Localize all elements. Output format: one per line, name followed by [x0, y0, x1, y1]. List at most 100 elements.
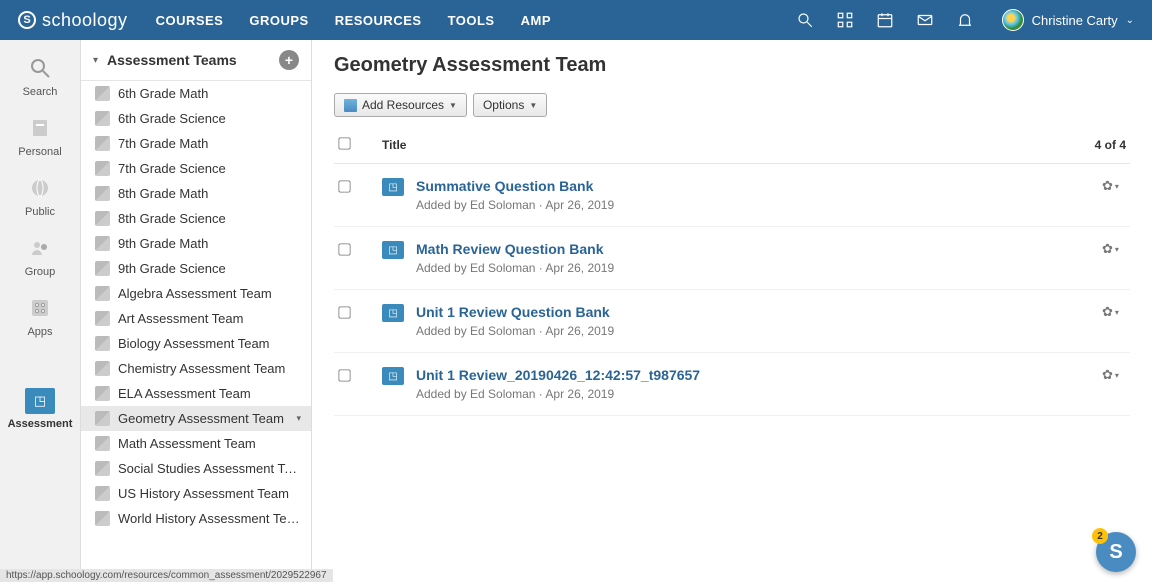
tree-item[interactable]: Biology Assessment Team [81, 331, 311, 356]
row-options-button[interactable]: ✿▾ [1102, 304, 1126, 320]
tree-item[interactable]: 6th Grade Math [81, 81, 311, 106]
tree-item[interactable]: 7th Grade Science [81, 156, 311, 181]
chevron-down-icon: ▾ [93, 55, 103, 66]
resource-row: Unit 1 Review_20190426_12:42:57_t987657 … [334, 353, 1130, 416]
team-icon [95, 236, 110, 251]
team-icon [95, 261, 110, 276]
chat-fab[interactable]: S 2 [1096, 532, 1136, 572]
main-content: Geometry Assessment Team Add Resources ▼… [312, 40, 1152, 582]
tree-item[interactable]: 8th Grade Science [81, 206, 311, 231]
row-checkbox[interactable] [338, 180, 350, 192]
tree-item-label: 7th Grade Science [118, 161, 226, 176]
rail-public[interactable]: Public [10, 174, 70, 218]
nav-tools[interactable]: TOOLS [448, 13, 495, 28]
tree-item-label: 8th Grade Math [118, 186, 208, 201]
rail-search[interactable]: Search [10, 54, 70, 98]
user-menu[interactable]: Christine Carty ⌄ [1002, 9, 1134, 31]
tree-item[interactable]: ELA Assessment Team [81, 381, 311, 406]
team-icon [95, 511, 110, 526]
rail-assessment[interactable]: ◳ Assessment [10, 388, 70, 430]
team-icon [95, 486, 110, 501]
avatar [1002, 9, 1024, 31]
sidebar-tree: ▾ Assessment Teams + 6th Grade Math 6th G… [80, 40, 312, 582]
tree-item-label: Chemistry Assessment Team [118, 361, 285, 376]
resource-meta: Added by Ed Soloman · Apr 26, 2019 [416, 387, 1102, 401]
tree-item[interactable]: US History Assessment Team [81, 481, 311, 506]
resource-row: Math Review Question Bank Added by Ed So… [334, 227, 1130, 290]
brand-logo[interactable]: S schoology [18, 10, 128, 31]
resource-title[interactable]: Summative Question Bank [416, 178, 1102, 194]
tree-item-label: 6th Grade Math [118, 86, 208, 101]
add-team-button[interactable]: + [279, 50, 299, 70]
tree-item[interactable]: Chemistry Assessment Team [81, 356, 311, 381]
tree-item-label: Social Studies Assessment Team [118, 461, 301, 476]
page-title: Geometry Assessment Team [334, 54, 1130, 77]
resource-meta: Added by Ed Soloman · Apr 26, 2019 [416, 198, 1102, 212]
nav-links: COURSES GROUPS RESOURCES TOOLS AMP [156, 13, 551, 28]
resource-title[interactable]: Unit 1 Review_20190426_12:42:57_t987657 [416, 367, 1102, 383]
row-options-button[interactable]: ✿▾ [1102, 241, 1126, 257]
globe-icon [26, 174, 54, 202]
tree-header[interactable]: ▾ Assessment Teams + [81, 40, 311, 81]
team-icon [95, 336, 110, 351]
brand-text: schoology [42, 10, 128, 31]
tree-item[interactable]: 8th Grade Math [81, 181, 311, 206]
tree-item[interactable]: 9th Grade Math [81, 231, 311, 256]
team-icon [95, 86, 110, 101]
team-icon [95, 111, 110, 126]
search-icon[interactable] [796, 11, 814, 29]
apps-grid-icon[interactable] [836, 11, 854, 29]
tree-item[interactable]: 6th Grade Science [81, 106, 311, 131]
tree-item[interactable]: Geometry Assessment Team ▾ [81, 406, 311, 431]
rail-personal[interactable]: Personal [10, 114, 70, 158]
chevron-down-icon: ⌄ [1126, 15, 1134, 26]
tree-item-label: ELA Assessment Team [118, 386, 251, 401]
tree-item-label: Geometry Assessment Team [118, 411, 284, 426]
resource-title[interactable]: Unit 1 Review Question Bank [416, 304, 1102, 320]
question-bank-icon [382, 241, 404, 259]
tree-item-label: 8th Grade Science [118, 211, 226, 226]
rail-apps[interactable]: Apps [10, 294, 70, 338]
team-icon [95, 311, 110, 326]
resource-meta: Added by Ed Soloman · Apr 26, 2019 [416, 261, 1102, 275]
tree-item[interactable]: Social Studies Assessment Team [81, 456, 311, 481]
resource-title[interactable]: Math Review Question Bank [416, 241, 1102, 257]
options-button[interactable]: Options ▼ [473, 93, 547, 117]
team-icon [95, 186, 110, 201]
row-options-button[interactable]: ✿▾ [1102, 178, 1126, 194]
tree-item[interactable]: 7th Grade Math [81, 131, 311, 156]
nav-courses[interactable]: COURSES [156, 13, 224, 28]
rail-group[interactable]: Group [10, 234, 70, 278]
calendar-icon[interactable] [876, 11, 894, 29]
add-resources-button[interactable]: Add Resources ▼ [334, 93, 467, 117]
apps-icon [26, 294, 54, 322]
nav-groups[interactable]: GROUPS [249, 13, 308, 28]
caret-down-icon[interactable]: ▾ [296, 413, 301, 424]
tree-item-label: 7th Grade Math [118, 136, 208, 151]
mail-icon[interactable] [916, 11, 934, 29]
tree-item[interactable]: Algebra Assessment Team [81, 281, 311, 306]
row-checkbox[interactable] [338, 369, 350, 381]
bell-icon[interactable] [956, 11, 974, 29]
row-options-button[interactable]: ✿▾ [1102, 367, 1126, 383]
tree-item[interactable]: 9th Grade Science [81, 256, 311, 281]
row-checkbox[interactable] [338, 243, 350, 255]
nav-resources[interactable]: RESOURCES [335, 13, 422, 28]
resource-row: Summative Question Bank Added by Ed Solo… [334, 164, 1130, 227]
logo-icon: S [18, 11, 36, 29]
select-all-checkbox[interactable] [338, 137, 350, 149]
list-header: Title 4 of 4 [334, 131, 1130, 164]
row-checkbox[interactable] [338, 306, 350, 318]
question-bank-icon [382, 367, 404, 385]
tree-item-label: US History Assessment Team [118, 486, 289, 501]
magnify-icon [26, 54, 54, 82]
nav-amp[interactable]: AMP [521, 13, 551, 28]
tree-item[interactable]: Math Assessment Team [81, 431, 311, 456]
item-count: 4 of 4 [1095, 138, 1126, 152]
tree-item[interactable]: World History Assessment Team [81, 506, 311, 531]
personal-icon [26, 114, 54, 142]
tree-item-label: Math Assessment Team [118, 436, 256, 451]
team-icon [95, 136, 110, 151]
column-title: Title [382, 138, 1095, 152]
tree-item[interactable]: Art Assessment Team [81, 306, 311, 331]
